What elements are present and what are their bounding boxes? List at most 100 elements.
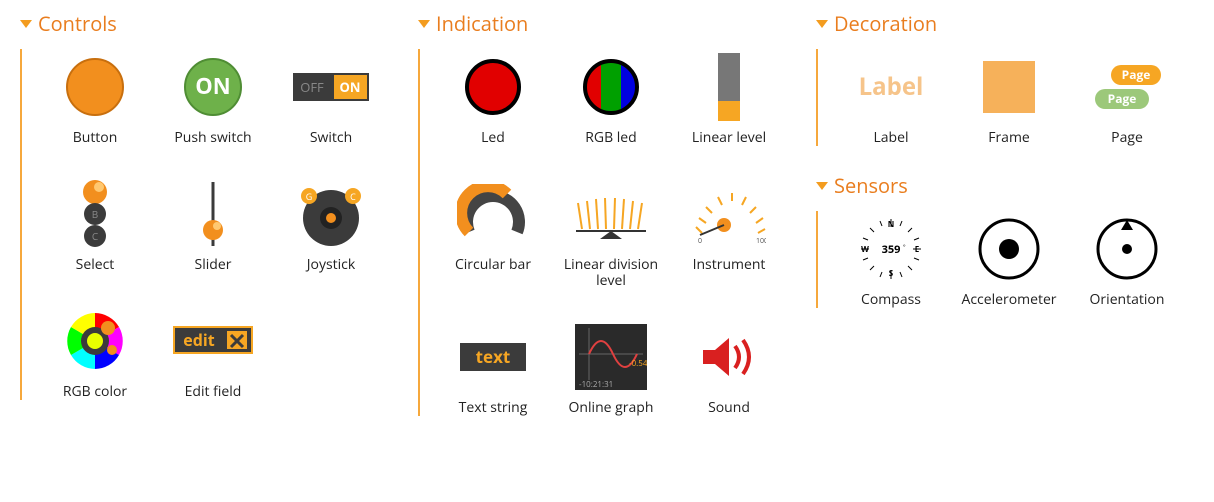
group-title: Decoration: [834, 10, 937, 37]
widget-accelerometer[interactable]: Accelerometer: [950, 211, 1068, 308]
sound-icon: [689, 319, 769, 394]
group-header-controls[interactable]: Controls: [20, 10, 390, 37]
widget-led[interactable]: Led: [434, 49, 552, 146]
widget-button[interactable]: Button: [36, 49, 154, 146]
svg-text:100: 100: [756, 237, 766, 245]
instrument-icon: 0 100: [689, 176, 769, 251]
svg-text:OFF: OFF: [300, 78, 324, 96]
widget-label: Circular bar: [455, 257, 531, 273]
widget-label: Joystick: [307, 257, 355, 273]
svg-text:N: N: [888, 219, 895, 230]
widget-frame[interactable]: Frame: [950, 49, 1068, 146]
svg-text:359: 359: [882, 242, 901, 257]
group-body-decoration: Label Label Frame Page: [816, 49, 1186, 146]
svg-text:S: S: [889, 268, 894, 279]
frame-icon: [969, 49, 1049, 124]
group-body-controls: Button ON Push switch OFF O: [20, 49, 390, 400]
widget-sound[interactable]: Sound: [670, 319, 788, 416]
circular-bar-icon: [453, 176, 533, 251]
chevron-down-icon: [20, 20, 32, 28]
svg-text:C: C: [350, 190, 356, 203]
svg-text:edit: edit: [183, 329, 214, 351]
widget-label: Push switch: [174, 130, 251, 146]
group-title: Controls: [38, 10, 117, 37]
page-icon: Page Page: [1087, 49, 1167, 124]
widget-label-text: Label: [873, 130, 908, 146]
svg-text:E: E: [915, 244, 920, 255]
orientation-icon: [1087, 211, 1167, 286]
group-title: Sensors: [834, 172, 908, 199]
widget-label: Linear division level: [556, 257, 666, 289]
widget-label: Sound: [708, 400, 750, 416]
svg-text:ON: ON: [195, 71, 230, 101]
widget-label[interactable]: Label Label: [832, 49, 950, 146]
group-body-indication: Led RGB led: [418, 49, 788, 416]
widget-label: Slider: [195, 257, 232, 273]
svg-text:-0.54: -0.54: [629, 358, 647, 369]
chevron-down-icon: [816, 20, 828, 28]
widget-label: Switch: [310, 130, 352, 146]
svg-text:C: C: [92, 229, 98, 243]
widget-label: Select: [76, 257, 115, 273]
widget-online-graph[interactable]: -0.54 -10:21:31 Online graph: [552, 319, 670, 416]
svg-text:W: W: [861, 244, 869, 255]
widget-label: Linear level: [692, 130, 766, 146]
widget-joystick[interactable]: G C Joystick: [272, 176, 390, 273]
widget-compass[interactable]: N S W E 359 ° Compass: [832, 211, 950, 308]
svg-text:-10:21:31: -10:21:31: [579, 379, 613, 390]
text-string-icon: text: [453, 319, 533, 394]
widget-label: Online graph: [569, 400, 654, 416]
widget-page[interactable]: Page Page Page: [1068, 49, 1186, 146]
svg-text:B: B: [92, 207, 98, 221]
rgb-led-icon: [571, 49, 651, 124]
chevron-down-icon: [816, 182, 828, 190]
led-icon: [453, 49, 533, 124]
edit-field-icon: edit: [173, 303, 253, 378]
widget-label: Text string: [459, 400, 528, 416]
widget-label: Compass: [861, 292, 921, 308]
widget-instrument[interactable]: 0 100 Instrument: [670, 176, 788, 289]
widget-label: Accelerometer: [961, 292, 1056, 308]
widget-rgb-led[interactable]: RGB led: [552, 49, 670, 146]
group-indication: Indication Led: [418, 10, 788, 416]
widget-push-switch[interactable]: ON Push switch: [154, 49, 272, 146]
widget-label: Instrument: [693, 257, 766, 273]
rgb-color-icon: [55, 303, 135, 378]
widget-label: Edit field: [185, 384, 242, 400]
group-title: Indication: [436, 10, 528, 37]
group-decoration: Decoration Label Label Frame: [816, 10, 1186, 146]
widget-edit-field[interactable]: edit Edit field: [154, 303, 272, 400]
widget-linear-division-level[interactable]: Linear division level: [552, 176, 670, 289]
widget-label: Orientation: [1090, 292, 1165, 308]
widget-rgb-color[interactable]: RGB color: [36, 303, 154, 400]
widget-circular-bar[interactable]: Circular bar: [434, 176, 552, 289]
widget-switch[interactable]: OFF ON Switch: [272, 49, 390, 146]
svg-text:0: 0: [698, 237, 702, 245]
online-graph-icon: -0.54 -10:21:31: [571, 319, 651, 394]
svg-text:text: text: [476, 345, 511, 368]
widget-select[interactable]: B C Select: [36, 176, 154, 273]
button-icon: [55, 49, 135, 124]
svg-text:°: °: [903, 243, 906, 251]
widget-text-string[interactable]: text Text string: [434, 319, 552, 416]
switch-icon: OFF ON: [291, 49, 371, 124]
widget-orientation[interactable]: Orientation: [1068, 211, 1186, 308]
svg-text:Page: Page: [1108, 90, 1137, 107]
slider-icon: [173, 176, 253, 251]
accelerometer-icon: [969, 211, 1049, 286]
push-switch-icon: ON: [173, 49, 253, 124]
select-icon: B C: [55, 176, 135, 251]
group-body-sensors: N S W E 359 ° Compass: [816, 211, 1186, 308]
group-controls: Controls Button ON Push switch: [20, 10, 390, 416]
svg-text:ON: ON: [340, 78, 361, 96]
widget-label: Led: [481, 130, 505, 146]
linear-division-icon: [571, 176, 651, 251]
linear-level-icon: [689, 49, 769, 124]
group-header-decoration[interactable]: Decoration: [816, 10, 1186, 37]
widget-linear-level[interactable]: Linear level: [670, 49, 788, 146]
group-header-sensors[interactable]: Sensors: [816, 172, 1186, 199]
group-header-indication[interactable]: Indication: [418, 10, 788, 37]
label-icon: Label: [851, 49, 931, 124]
widget-label: Frame: [988, 130, 1030, 146]
widget-slider[interactable]: Slider: [154, 176, 272, 273]
